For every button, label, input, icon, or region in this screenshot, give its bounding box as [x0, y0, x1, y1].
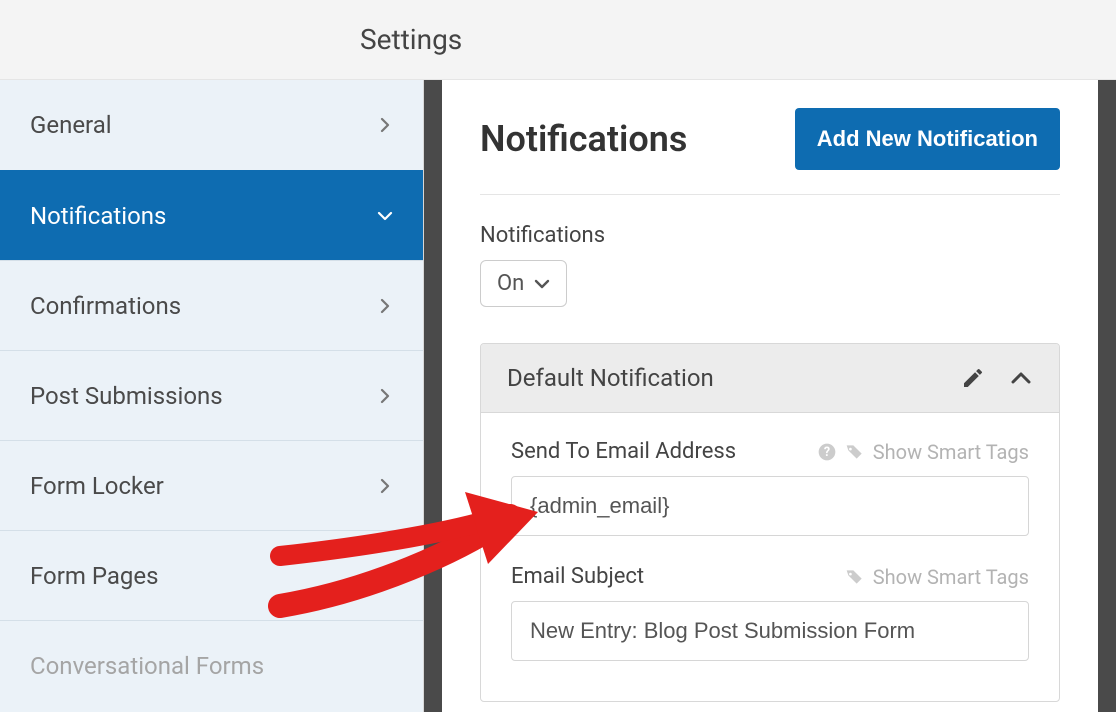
main-panel: Notifications Add New Notification Notif… — [442, 80, 1098, 712]
sidebar-item-label: Confirmations — [30, 292, 181, 320]
help-icon: ? — [817, 442, 837, 462]
send-to-input[interactable] — [511, 476, 1029, 536]
chevron-right-icon — [377, 478, 393, 494]
panel-header: Notifications Add New Notification — [480, 108, 1060, 195]
content-row: General Notifications Confirmations Post… — [0, 80, 1116, 712]
notifications-state-value: On — [497, 271, 524, 296]
notification-card: Default Notification Send To Email Addre… — [480, 343, 1060, 702]
svg-text:?: ? — [824, 445, 830, 460]
sidebar-item-label: Conversational Forms — [30, 652, 264, 680]
chevron-right-icon — [377, 568, 393, 584]
sidebar-item-label: Notifications — [30, 202, 166, 230]
notifications-state: Notifications On — [480, 223, 1060, 307]
edit-icon[interactable] — [961, 366, 985, 390]
panel-title: Notifications — [480, 118, 687, 160]
sidebar-item-general[interactable]: General — [0, 80, 423, 170]
sidebar-item-label: Post Submissions — [30, 382, 223, 410]
tag-icon — [845, 567, 865, 587]
sidebar-item-label: Form Locker — [30, 472, 164, 500]
chevron-right-icon — [377, 388, 393, 404]
chevron-right-icon — [377, 298, 393, 314]
chevron-up-icon[interactable] — [1009, 366, 1033, 390]
subject-field: Email Subject Show Smart Tags — [511, 564, 1029, 661]
subject-input[interactable] — [511, 601, 1029, 661]
settings-sidebar: General Notifications Confirmations Post… — [0, 80, 424, 712]
sidebar-item-notifications[interactable]: Notifications — [0, 170, 423, 260]
notification-card-body: Send To Email Address ? Show Smart Tags … — [481, 413, 1059, 701]
add-notification-button[interactable]: Add New Notification — [795, 108, 1060, 170]
send-to-label: Send To Email Address — [511, 439, 736, 464]
smart-tags-label: Show Smart Tags — [873, 565, 1029, 589]
sidebar-item-confirmations[interactable]: Confirmations — [0, 260, 423, 350]
notification-card-header: Default Notification — [481, 344, 1059, 413]
main-wrap: Notifications Add New Notification Notif… — [424, 80, 1116, 712]
sidebar-item-form-locker[interactable]: Form Locker — [0, 440, 423, 530]
sidebar-item-form-pages[interactable]: Form Pages — [0, 530, 423, 620]
sidebar-item-post-submissions[interactable]: Post Submissions — [0, 350, 423, 440]
show-smart-tags-link[interactable]: ? Show Smart Tags — [817, 440, 1029, 464]
chevron-right-icon — [377, 117, 393, 133]
sidebar-item-conversational-forms[interactable]: Conversational Forms — [0, 620, 423, 710]
sidebar-item-label: General — [30, 111, 112, 139]
send-to-field: Send To Email Address ? Show Smart Tags — [511, 439, 1029, 536]
show-smart-tags-link[interactable]: Show Smart Tags — [845, 565, 1029, 589]
sidebar-item-label: Form Pages — [30, 562, 159, 590]
smart-tags-label: Show Smart Tags — [873, 440, 1029, 464]
top-bar: Settings — [0, 0, 1116, 80]
page-header-title: Settings — [360, 23, 462, 56]
notification-card-title: Default Notification — [507, 364, 714, 392]
tag-icon — [845, 442, 865, 462]
notifications-state-label: Notifications — [480, 223, 1060, 248]
notifications-state-select[interactable]: On — [480, 260, 567, 307]
card-actions — [961, 366, 1033, 390]
subject-label: Email Subject — [511, 564, 644, 589]
chevron-down-icon — [377, 208, 393, 224]
chevron-down-icon — [534, 276, 550, 292]
